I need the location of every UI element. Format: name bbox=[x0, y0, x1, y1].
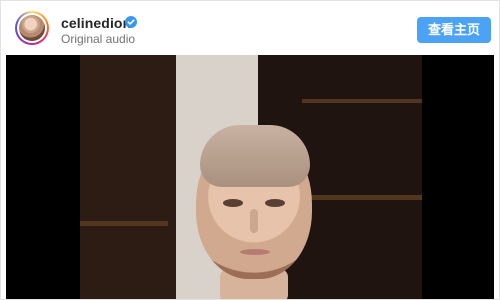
video-player[interactable] bbox=[6, 55, 494, 299]
avatar-story-ring[interactable] bbox=[15, 11, 49, 45]
video-frame bbox=[80, 55, 422, 299]
video-subject-left-eye bbox=[223, 199, 243, 207]
avatar-border bbox=[17, 13, 47, 43]
wall-panel bbox=[80, 221, 168, 226]
video-subject-mouth bbox=[240, 249, 270, 255]
video-subject-hair bbox=[200, 125, 310, 187]
verified-badge-icon bbox=[125, 16, 137, 28]
instagram-post-card: celinedion Original audio 查看主页 bbox=[0, 0, 500, 300]
username[interactable]: celinedion bbox=[61, 15, 131, 31]
bookshelf bbox=[302, 195, 422, 200]
video-subject-nose bbox=[250, 209, 258, 233]
bookshelf bbox=[302, 99, 422, 103]
audio-subtitle[interactable]: Original audio bbox=[61, 32, 135, 46]
avatar bbox=[19, 15, 45, 41]
video-subject-right-eye bbox=[265, 199, 285, 207]
post-header: celinedion Original audio 查看主页 bbox=[1, 1, 499, 55]
view-profile-button[interactable]: 查看主页 bbox=[417, 17, 491, 43]
